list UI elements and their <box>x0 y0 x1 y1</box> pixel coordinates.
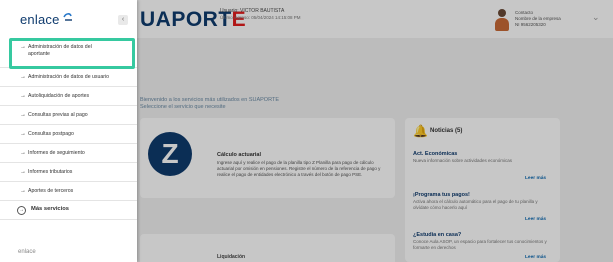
chevron-left-icon[interactable]: ‹ <box>118 15 128 25</box>
sidebar-item-consultas-postpago[interactable]: → Consultas postpago <box>0 125 137 144</box>
sidebar-item-label: Más servicios <box>31 206 70 213</box>
sidebar-item-mas-servicios[interactable]: → Más servicios <box>0 201 137 220</box>
sidebar-item-label: Administración de datos de usuario <box>28 73 110 80</box>
arrow-right-icon: → <box>20 150 26 156</box>
arrow-right-icon: → <box>20 169 26 175</box>
sidebar-item-label: Consultas postpago <box>28 130 74 137</box>
sidebar-item-label: Informes de seguimiento <box>28 149 85 156</box>
sidebar-item-informes-seguimiento[interactable]: → Informes de seguimiento <box>0 144 137 163</box>
sidebar-item-label: Autoliquidación de aportes <box>28 92 90 99</box>
enlace-logo-mark-icon <box>63 13 72 21</box>
arrow-right-icon: → <box>20 131 26 137</box>
sidebar-item-consultas-previas[interactable]: → Consultas previas al pago <box>0 106 137 125</box>
arrow-right-icon: → <box>20 74 26 80</box>
arrow-right-icon: → <box>20 188 26 194</box>
selection-highlight <box>9 38 135 69</box>
sidebar-item-informes-tributarios[interactable]: → Informes tributarios <box>0 163 137 182</box>
enlace-logo: enlace <box>20 12 60 27</box>
arrow-right-icon: → <box>20 112 26 118</box>
circle-arrow-right-icon: → <box>17 205 26 215</box>
sidebar-item-autoliquidacion[interactable]: → Autoliquidación de aportes <box>0 87 137 106</box>
sidebar-item-aportes-terceros[interactable]: → Aportes de terceros <box>0 182 137 201</box>
sidebar-item-label: Consultas previas al pago <box>28 111 88 118</box>
arrow-right-icon: → <box>20 93 26 99</box>
sidebar-item-admin-usuario[interactable]: → Administración de datos de usuario <box>0 68 137 87</box>
sidebar-item-label: Aportes de terceros <box>28 187 74 194</box>
footer-logo: enlace <box>18 249 36 255</box>
sidebar-item-label: Informes tributarios <box>28 168 73 175</box>
